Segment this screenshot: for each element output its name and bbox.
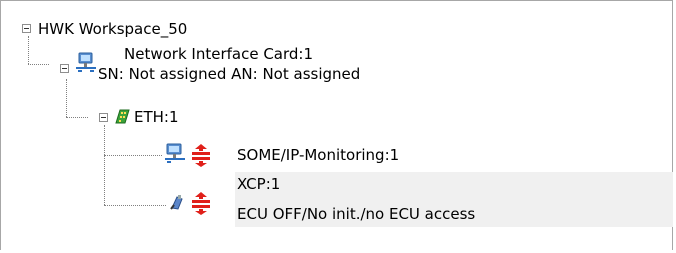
tree-connector <box>28 36 29 64</box>
tree-connector <box>104 205 166 206</box>
tree-node-someip[interactable]: SOME/IP-Monitoring:1 <box>237 145 399 165</box>
tree-connector <box>66 117 88 118</box>
tree-node-eth[interactable]: ETH:1 <box>134 107 179 127</box>
tree-node-xcp-name[interactable]: XCP:1 <box>237 174 280 194</box>
tree-connector <box>104 155 162 156</box>
protocol-stack-icon <box>192 144 210 167</box>
collapse-box-icon[interactable] <box>60 64 69 73</box>
tree-node-nic-status: SN: Not assigned AN: Not assigned <box>98 65 361 83</box>
collapse-box-icon[interactable] <box>99 113 108 122</box>
protocol-stack-icon <box>192 192 210 215</box>
workspace-tree: HWK Workspace_50 Network Interface Card:… <box>0 0 676 253</box>
tree-node-root[interactable]: HWK Workspace_50 <box>38 19 187 39</box>
network-card-icon <box>76 52 96 72</box>
ecu-plug-icon <box>170 195 183 210</box>
tree-node-nic-name[interactable]: Network Interface Card:1 <box>124 44 313 64</box>
tree-connector <box>104 125 105 205</box>
tree-connector <box>28 64 49 65</box>
collapse-box-icon[interactable] <box>22 24 31 33</box>
tree-node-xcp-status: ECU OFF/No init./no ECU access <box>237 205 476 223</box>
ethernet-board-icon <box>115 109 130 124</box>
monitor-network-icon <box>165 143 185 163</box>
tree-connector <box>66 79 67 117</box>
